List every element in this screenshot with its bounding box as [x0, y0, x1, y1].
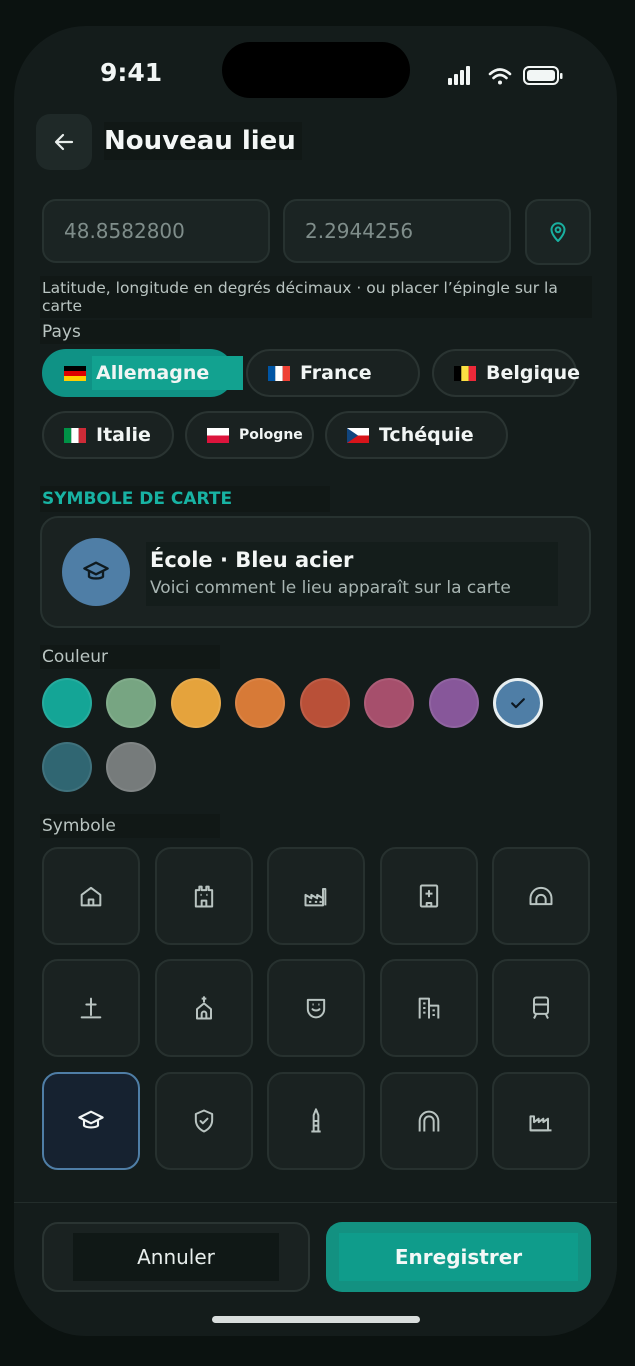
preview-marker [62, 538, 130, 606]
flag-italy-icon [64, 427, 86, 443]
status-time: 9:41 [100, 58, 163, 87]
color-swatch-orange[interactable] [235, 678, 285, 728]
color-label: Couleur [40, 645, 220, 669]
color-swatch-raspberry[interactable] [364, 678, 414, 728]
house-icon [80, 886, 102, 907]
chip-allemagne[interactable]: Allemagne [42, 349, 244, 397]
home-indicator[interactable] [212, 1316, 420, 1323]
industry-icon [529, 1115, 552, 1132]
symbol-label: Symbole [40, 814, 220, 838]
symbol-option-factory[interactable] [267, 847, 365, 945]
flag-poland-icon [207, 427, 229, 443]
factory-icon [304, 888, 327, 907]
symbol-option-grave[interactable] [42, 959, 140, 1057]
chip-belgique[interactable]: Belgique [432, 349, 581, 397]
symbol-preview-card: École · Bleu acier Voici comment le lieu… [40, 516, 591, 628]
checkmark-icon [511, 698, 525, 709]
theater-mask-icon [306, 998, 326, 1019]
save-label: Enregistrer [338, 1233, 579, 1281]
symbol-option-school[interactable] [42, 1072, 140, 1170]
battery-icon [523, 66, 563, 85]
flag-france-icon [268, 365, 290, 381]
preview-subtitle: Voici comment le lieu apparaît sur la ca… [150, 578, 511, 598]
map-symbol-section-title: SYMBOLE DE CARTE [40, 486, 330, 512]
phone-screen: 9:41 Nouveau lieu 48.8582800 2.2944256 L… [14, 26, 617, 1336]
arch-icon [418, 1110, 440, 1132]
color-swatch-petrol[interactable] [42, 742, 92, 792]
color-swatch-gray[interactable] [106, 742, 156, 792]
buildings-icon [418, 997, 440, 1019]
color-swatch-steel-blue[interactable] [493, 678, 543, 728]
graduation-cap-icon [83, 561, 109, 580]
chip-label: Pologne [239, 427, 303, 443]
chip-label: Italie [96, 424, 151, 446]
church-icon [196, 996, 212, 1020]
chip-label: Belgique [486, 362, 581, 384]
grave-cross-icon [80, 997, 102, 1019]
color-swatch-purple[interactable] [429, 678, 479, 728]
symbol-option-church[interactable] [155, 959, 253, 1057]
symbol-option-industry[interactable] [492, 1072, 590, 1170]
castle-icon [194, 885, 214, 908]
arrow-left-icon [54, 133, 74, 151]
symbol-option-hospital[interactable] [380, 847, 478, 945]
wifi-icon [488, 68, 512, 85]
symbol-option-buildings[interactable] [380, 959, 478, 1057]
dynamic-island [222, 42, 410, 98]
signal-icon [448, 66, 470, 85]
tram-icon [533, 996, 549, 1019]
flag-germany-icon [64, 365, 86, 381]
coordinates-hint: Latitude, longitude en degrés décimaux ·… [40, 276, 592, 318]
back-button[interactable] [36, 114, 92, 170]
longitude-value: 2.2944256 [305, 219, 414, 243]
chip-france[interactable]: France [246, 349, 420, 397]
color-swatch-brick[interactable] [300, 678, 350, 728]
cancel-button[interactable]: Annuler [42, 1222, 310, 1292]
chip-label: Allemagne [92, 356, 244, 390]
map-pin-icon [550, 222, 566, 242]
symbol-option-shield[interactable] [155, 1072, 253, 1170]
shield-check-icon [194, 1109, 214, 1133]
chip-italie[interactable]: Italie [42, 411, 174, 459]
save-button[interactable]: Enregistrer [326, 1222, 591, 1292]
flag-belgium-icon [454, 365, 476, 381]
tunnel-icon [529, 886, 553, 906]
symbol-option-arch[interactable] [380, 1072, 478, 1170]
color-swatch-amber[interactable] [171, 678, 221, 728]
symbol-option-castle[interactable] [155, 847, 253, 945]
symbol-option-house[interactable] [42, 847, 140, 945]
preview-name: École · Bleu acier [150, 548, 354, 572]
hospital-icon [419, 884, 439, 908]
latitude-input[interactable]: 48.8582800 [42, 199, 270, 263]
symbol-option-tunnel[interactable] [492, 847, 590, 945]
place-pin-button[interactable] [525, 199, 591, 265]
color-swatch-teal[interactable] [42, 678, 92, 728]
chip-label: Tchéquie [379, 424, 474, 446]
status-icons [448, 66, 563, 85]
preview-text-block: École · Bleu acier Voici comment le lieu… [146, 542, 558, 606]
symbol-option-tower[interactable] [267, 1072, 365, 1170]
chip-label: France [300, 362, 372, 384]
cancel-label: Annuler [73, 1233, 279, 1281]
symbol-option-tram[interactable] [492, 959, 590, 1057]
page-title: Nouveau lieu [104, 122, 302, 160]
flag-czechia-icon [347, 427, 369, 443]
symbol-option-theater[interactable] [267, 959, 365, 1057]
country-label: Pays [40, 320, 180, 344]
longitude-input[interactable]: 2.2944256 [283, 199, 511, 263]
chip-tchequie[interactable]: Tchéquie [325, 411, 508, 459]
chip-pologne[interactable]: Pologne [185, 411, 314, 459]
tower-icon [311, 1108, 321, 1133]
graduation-cap-icon [78, 1110, 104, 1129]
latitude-value: 48.8582800 [64, 219, 185, 243]
color-swatch-sage[interactable] [106, 678, 156, 728]
